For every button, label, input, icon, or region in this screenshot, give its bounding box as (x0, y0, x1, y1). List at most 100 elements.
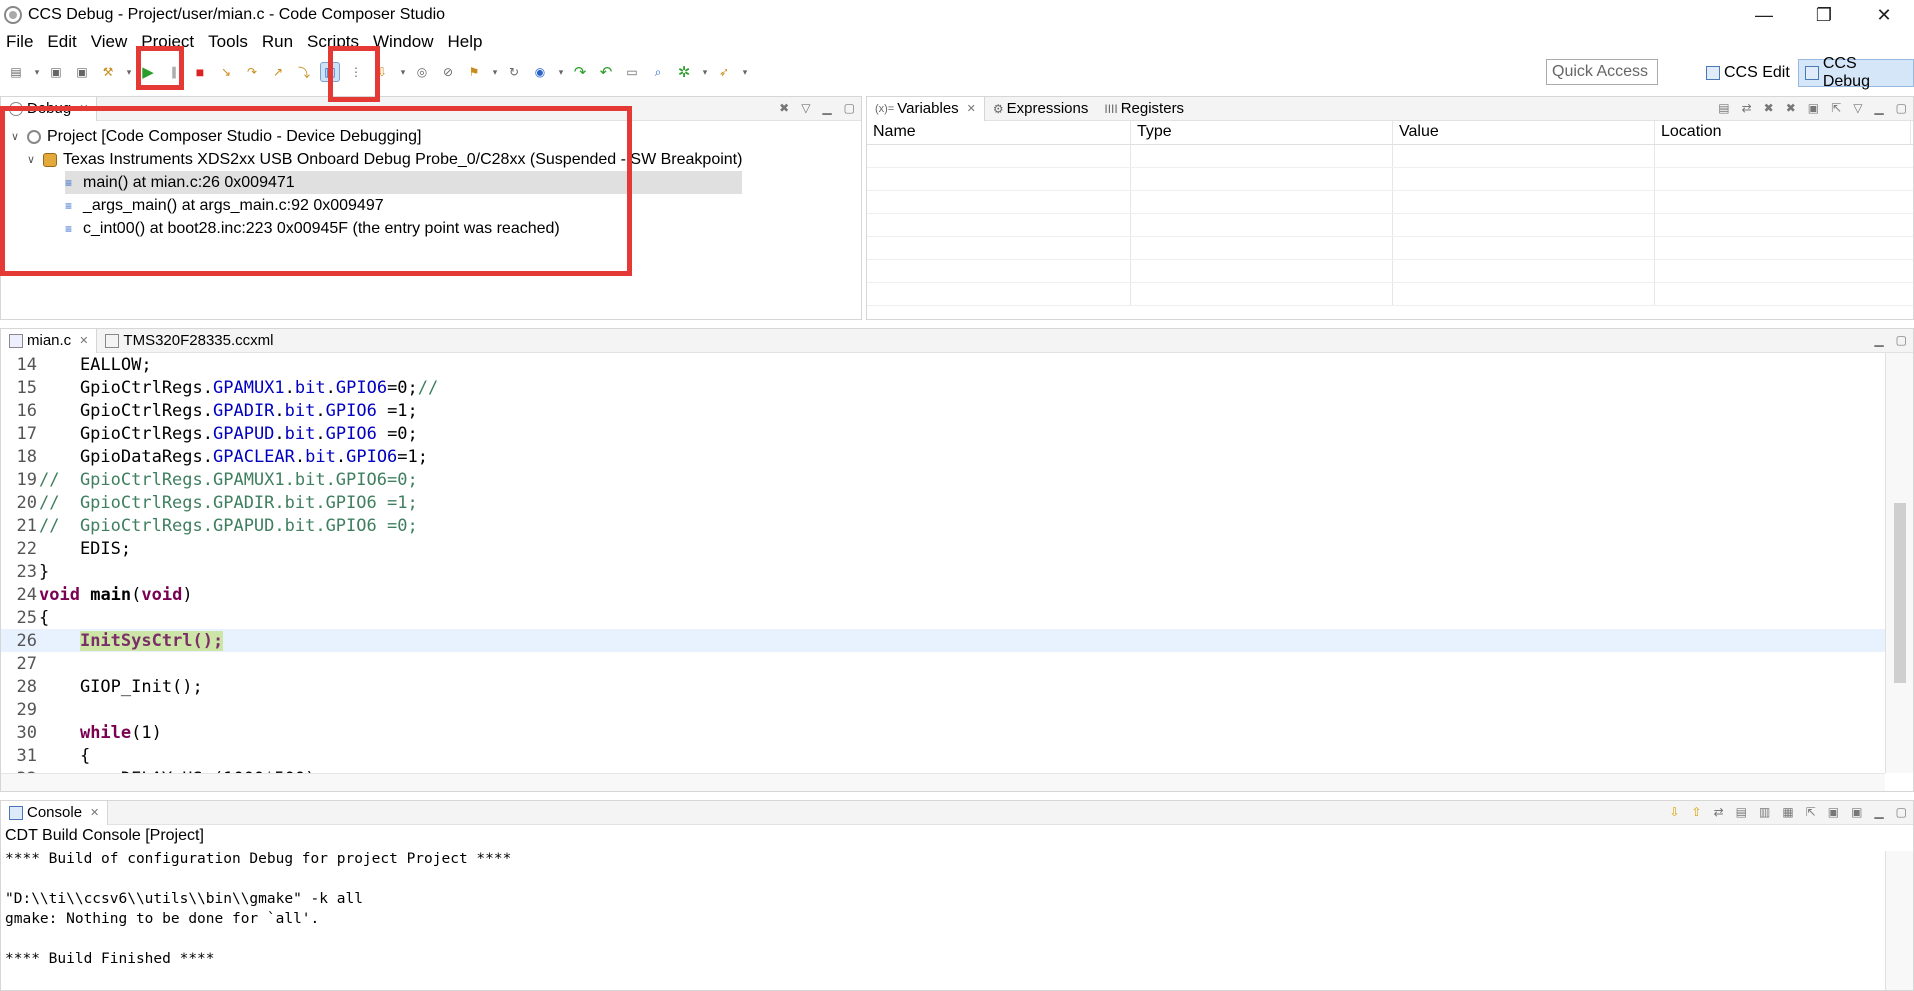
step-back-icon[interactable]: ↶ (596, 62, 616, 82)
dropdown-icon[interactable]: ▾ (490, 62, 500, 82)
column-name[interactable]: Name (867, 121, 1131, 144)
code-line[interactable]: 30 while (1) (1, 721, 1885, 744)
close-icon[interactable]: ✕ (967, 102, 976, 115)
maximize-icon[interactable]: ▢ (1896, 101, 1907, 115)
terminate-icon[interactable]: ■ (190, 62, 210, 82)
remove-terminated-icon[interactable]: ✖ (779, 101, 789, 115)
skip-breakpoints-icon[interactable]: ⊘ (438, 62, 458, 82)
step-forward-icon[interactable]: ↷ (570, 62, 590, 82)
arrow-up-icon[interactable]: ⇧ (1692, 805, 1702, 819)
tab-console[interactable]: Console ✕ (1, 800, 109, 825)
minimize-icon[interactable]: ▁ (822, 101, 831, 115)
tab-expressions[interactable]: ⚙ Expressions (985, 97, 1096, 121)
step-into-icon[interactable]: ↘ (216, 62, 236, 82)
code-line[interactable]: 17 GpioCtrlRegs. GPAPUD. bit. GPIO6 =0; (1, 422, 1885, 445)
menu-tools[interactable]: Tools (208, 32, 248, 52)
pin-icon[interactable]: ⇱ (1831, 101, 1841, 115)
code-line[interactable]: 16 GpioCtrlRegs. GPADIR. bit. GPIO6 =1; (1, 399, 1885, 422)
tab-variables[interactable]: (x)= Variables ✕ (867, 96, 985, 121)
maximize-button[interactable]: ❐ (1794, 0, 1854, 30)
connect-icon[interactable]: ⚑ (464, 62, 484, 82)
code-line[interactable]: 24 void main(void) (1, 583, 1885, 606)
maximize-icon[interactable]: ▢ (1896, 333, 1907, 347)
remove-all-icon[interactable]: ✖ (1786, 101, 1796, 115)
menu-run[interactable]: Run (262, 32, 293, 52)
code-line[interactable]: 23} (1, 560, 1885, 583)
scrollbar-thumb[interactable] (1894, 503, 1906, 683)
new-view-icon[interactable]: ▣ (1808, 101, 1819, 115)
pin-icon[interactable]: ⇱ (1806, 805, 1816, 819)
column-value[interactable]: Value (1393, 121, 1655, 144)
code-line[interactable]: 29 (1, 698, 1885, 721)
column-location[interactable]: Location (1655, 121, 1911, 144)
arrow-down-icon[interactable]: ⇩ (1669, 805, 1679, 819)
close-icon[interactable]: ✕ (90, 806, 99, 819)
view-icon[interactable]: ▭ (622, 62, 642, 82)
code-line[interactable]: 25{ (1, 606, 1885, 629)
new-icon[interactable]: ▤ (6, 62, 26, 82)
code-line[interactable]: 14 EALLOW; (1, 353, 1885, 376)
external-tool-icon[interactable]: ➶ (714, 62, 734, 82)
save-icon[interactable]: ▣ (46, 62, 66, 82)
menu-help[interactable]: Help (447, 32, 482, 52)
build-icon[interactable]: ⚒ (98, 62, 118, 82)
dropdown-icon[interactable]: ▾ (556, 62, 566, 82)
code-line[interactable]: 27 (1, 652, 1885, 675)
step-assembly-icon[interactable]: ⤵ (294, 62, 314, 82)
view-menu-icon[interactable]: ▽ (801, 101, 810, 115)
tab-mian-c[interactable]: mian.c ✕ (1, 328, 98, 353)
breakpoint-icon[interactable]: ◎ (412, 62, 432, 82)
close-button[interactable]: ✕ (1854, 0, 1914, 30)
view-menu-icon[interactable]: ▽ (1853, 101, 1862, 115)
code-line[interactable]: 22 EDIS; (1, 537, 1885, 560)
scroll-lock-icon[interactable]: ▥ (1759, 805, 1770, 819)
code-line-current[interactable]: 26 InitSysCtrl(); (1, 629, 1885, 652)
step-over-icon[interactable]: ↷ (242, 62, 262, 82)
console-scrollbar[interactable] (1885, 851, 1913, 990)
code-line[interactable]: 19// GpioCtrlRegs.GPAMUX1.bit.GPIO6=0; (1, 468, 1885, 491)
maximize-icon[interactable]: ▢ (844, 101, 855, 115)
minimize-icon[interactable]: ▁ (1874, 333, 1883, 347)
search-icon[interactable]: ⌕ (648, 62, 668, 82)
dropdown-icon[interactable]: ▾ (740, 62, 750, 82)
close-icon[interactable]: ✕ (79, 334, 88, 347)
link-icon[interactable]: ⇄ (1714, 805, 1724, 819)
menu-file[interactable]: File (6, 32, 33, 52)
menu-edit[interactable]: Edit (47, 32, 76, 52)
restart-icon[interactable]: ↻ (504, 62, 524, 82)
minimize-icon[interactable]: ▁ (1874, 805, 1883, 819)
step-return-icon[interactable]: ↗ (268, 62, 288, 82)
code-line[interactable]: 21// GpioCtrlRegs.GPAPUD.bit.GPIO6 =0; (1, 514, 1885, 537)
code-line[interactable]: 31 { (1, 744, 1885, 767)
vertical-scrollbar[interactable] (1885, 353, 1913, 773)
word-wrap-icon[interactable]: ▦ (1782, 805, 1793, 819)
minimize-icon[interactable]: ▁ (1874, 101, 1883, 115)
reset-icon[interactable]: ◉ (530, 62, 550, 82)
code-line[interactable]: 20// GpioCtrlRegs.GPADIR.bit.GPIO6 =1; (1, 491, 1885, 514)
column-type[interactable]: Type (1131, 121, 1393, 144)
clear-console-icon[interactable]: ▤ (1736, 805, 1747, 819)
tab-ccxml[interactable]: TMS320F28335.ccxml (97, 329, 281, 353)
code-line[interactable]: 28 GIOP_Init(); (1, 675, 1885, 698)
debug-icon[interactable]: ✲ (674, 62, 694, 82)
collapse-icon[interactable]: ▤ (1718, 101, 1729, 115)
dropdown-icon[interactable]: ▾ (32, 62, 42, 82)
display-console-icon[interactable]: ▣ (1828, 805, 1839, 819)
horizontal-scrollbar[interactable] (1, 773, 1885, 791)
link-icon[interactable]: ⇄ (1742, 101, 1752, 115)
code-line[interactable]: 18 GpioDataRegs. GPACLEAR. bit. GPIO6 =1; (1, 445, 1885, 468)
save-all-icon[interactable]: ▣ (72, 62, 92, 82)
maximize-icon[interactable]: ▢ (1896, 805, 1907, 819)
dropdown-icon[interactable]: ▾ (398, 62, 408, 82)
remove-icon[interactable]: ✖ (1764, 101, 1774, 115)
quick-access-input[interactable]: Quick Access (1546, 59, 1658, 85)
perspective-ccs-debug[interactable]: CCS Debug (1798, 55, 1914, 90)
minimize-button[interactable]: — (1734, 0, 1794, 30)
new-console-icon[interactable]: ▣ (1851, 805, 1862, 819)
menu-window[interactable]: Window (373, 32, 433, 52)
menu-view[interactable]: View (91, 32, 128, 52)
dropdown-icon[interactable]: ▾ (700, 62, 710, 82)
tab-registers[interactable]: IIII Registers (1096, 97, 1192, 121)
dropdown-icon[interactable]: ▾ (124, 62, 134, 82)
perspective-ccs-edit[interactable]: CCS Edit (1700, 59, 1796, 87)
